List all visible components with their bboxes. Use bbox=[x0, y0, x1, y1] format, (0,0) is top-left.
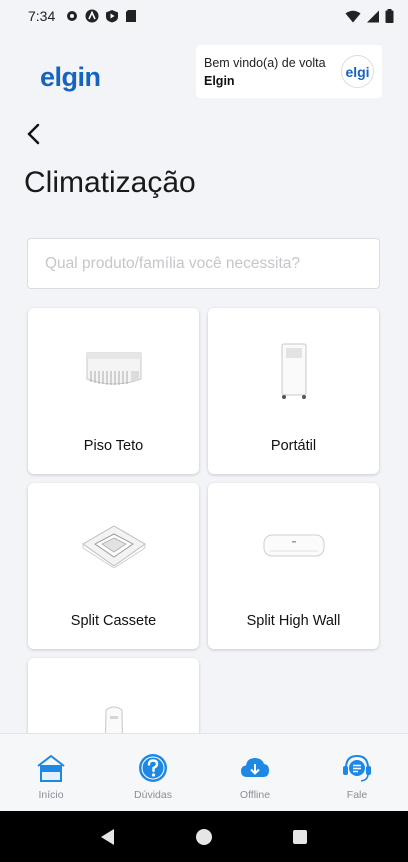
system-home-button[interactable] bbox=[184, 817, 224, 857]
home-icon bbox=[37, 755, 65, 782]
tower-ac-image bbox=[28, 676, 199, 733]
elgin-logo: elgin bbox=[40, 62, 101, 92]
sd-card-icon bbox=[126, 10, 137, 22]
product-card-label: Split High Wall bbox=[246, 613, 341, 629]
triangle-back-icon bbox=[101, 828, 114, 845]
question-icon bbox=[139, 754, 167, 782]
battery-icon bbox=[385, 9, 394, 23]
nav-label: Início bbox=[38, 789, 64, 801]
welcome-greeting: Bem vindo(a) de volta bbox=[204, 55, 326, 70]
nav-item-inicio[interactable]: Início bbox=[0, 734, 102, 811]
bottom-nav: Início Dúvidas Offline Fale bbox=[0, 733, 408, 811]
product-card-label: Split Cassete bbox=[70, 613, 157, 629]
product-card-label: Portátil bbox=[270, 438, 317, 454]
product-grid[interactable]: Piso Teto Portátil Split Cassete Split H… bbox=[0, 300, 408, 733]
nav-item-duvidas[interactable]: Dúvidas bbox=[102, 734, 204, 811]
status-time: 7:34 bbox=[28, 8, 56, 24]
cassette-ac-image bbox=[28, 501, 199, 591]
support-icon bbox=[343, 754, 371, 782]
nav-item-offline[interactable]: Offline bbox=[204, 734, 306, 811]
product-card-label: Piso Teto bbox=[83, 438, 144, 454]
shield-play-icon bbox=[106, 10, 119, 23]
product-card-portatil[interactable]: Portátil bbox=[208, 308, 379, 474]
arrow-back-icon bbox=[27, 123, 40, 145]
welcome-text: Bem vindo(a) de volta Elgin bbox=[204, 56, 326, 88]
square-recents-icon bbox=[293, 829, 307, 844]
page-title: Climatização bbox=[24, 166, 196, 199]
gear-icon bbox=[67, 11, 78, 21]
notification-icons bbox=[65, 9, 137, 23]
wifi-icon bbox=[345, 10, 361, 22]
circle-home-icon bbox=[196, 828, 212, 845]
welcome-username: Elgin bbox=[204, 73, 235, 88]
system-nav-bar bbox=[0, 811, 408, 862]
piso-teto-ac-image bbox=[28, 326, 199, 416]
back-button[interactable] bbox=[18, 118, 48, 150]
portable-ac-image bbox=[208, 326, 379, 416]
welcome-card[interactable]: Bem vindo(a) de volta Elgin elgi bbox=[196, 45, 382, 98]
nav-item-fale[interactable]: Fale bbox=[306, 734, 408, 811]
high-wall-ac-image bbox=[208, 501, 379, 591]
cloud-download-icon bbox=[241, 758, 269, 777]
app-a-icon bbox=[85, 9, 99, 23]
product-card-piso-teto[interactable]: Piso Teto bbox=[28, 308, 199, 474]
product-card-split-cassete[interactable]: Split Cassete bbox=[28, 483, 199, 649]
system-status-icons bbox=[345, 9, 394, 23]
avatar[interactable]: elgi bbox=[341, 55, 374, 88]
product-card-tower[interactable] bbox=[28, 658, 199, 733]
signal-icon bbox=[367, 10, 379, 22]
nav-label: Dúvidas bbox=[134, 789, 172, 801]
system-back-button[interactable] bbox=[88, 817, 128, 857]
product-card-split-high-wall[interactable]: Split High Wall bbox=[208, 483, 379, 649]
status-bar: 7:34 bbox=[0, 0, 408, 32]
system-recents-button[interactable] bbox=[280, 817, 320, 857]
nav-label: Offline bbox=[239, 789, 271, 801]
search-input[interactable] bbox=[27, 238, 380, 289]
nav-label: Fale bbox=[346, 789, 368, 801]
